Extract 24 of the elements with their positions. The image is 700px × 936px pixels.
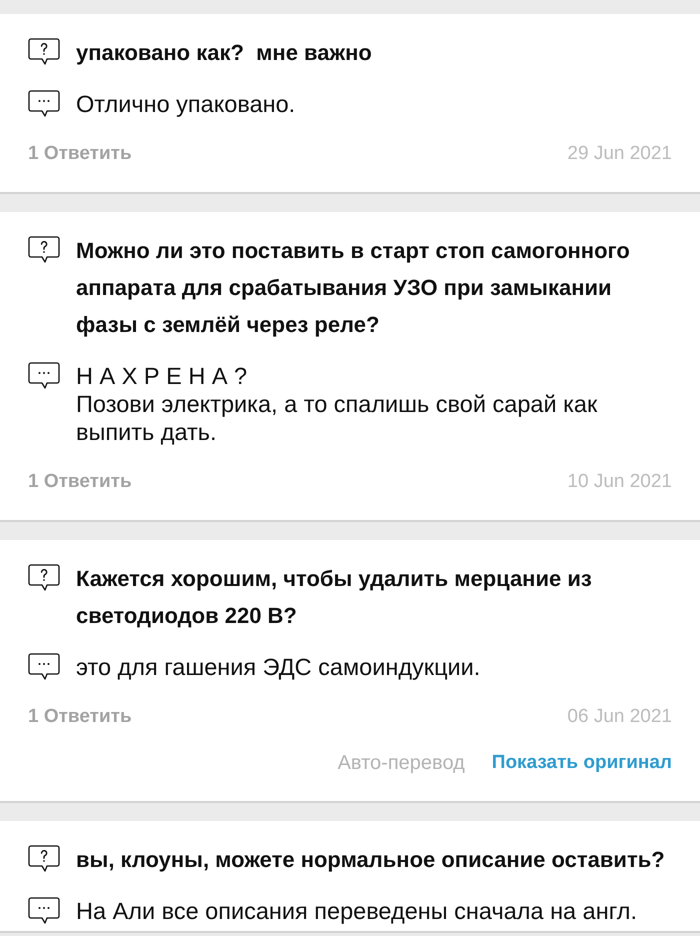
date-text: 10 Jun 2021 — [567, 470, 672, 494]
reply-link[interactable]: 1 Ответить — [28, 705, 132, 729]
speech-bubble-dots-icon — [28, 653, 60, 680]
answer-text: Отлично упаковано. — [76, 90, 296, 118]
speech-bubble-dots-icon — [28, 362, 60, 389]
speech-bubble-question-icon — [28, 564, 60, 591]
speech-bubble-question-icon — [28, 845, 60, 872]
auto-translate-label: Авто-перевод — [338, 751, 465, 775]
question-text: Кажется хорошим, чтобы удалить мерцание из светодиодов 220 В? — [76, 565, 593, 630]
reply-link[interactable]: 1 Ответить — [28, 142, 132, 166]
question-text: вы, клоуны, можете нормальное описание оставить? — [76, 846, 666, 874]
date-text: 06 Jun 2021 — [567, 705, 672, 729]
question-text: упаковано как? мне важно — [76, 39, 373, 67]
answer-text: Н А Х Р Е Н А ? Позови электрика, а то спалишь свой сарай как выпить дать. — [76, 362, 598, 446]
reply-link[interactable]: 1 Ответить — [28, 470, 132, 494]
question-text: Можно ли это поставить в старт стоп самогонного аппарата для срабатывания УЗО при замыкании фазы с землёй через реле? — [76, 237, 631, 339]
answer-text: это для гашения ЭДС самоиндукции. — [76, 653, 482, 681]
speech-bubble-dots-icon — [28, 897, 60, 924]
answer-text: На Али все описания переведены сначала на англ. — [76, 897, 638, 925]
speech-bubble-question-icon — [28, 236, 60, 263]
speech-bubble-dots-icon — [28, 90, 60, 117]
date-text: 29 Jun 2021 — [567, 142, 672, 166]
show-original-link[interactable]: Показать оригинал — [492, 751, 672, 775]
speech-bubble-question-icon — [28, 38, 60, 65]
